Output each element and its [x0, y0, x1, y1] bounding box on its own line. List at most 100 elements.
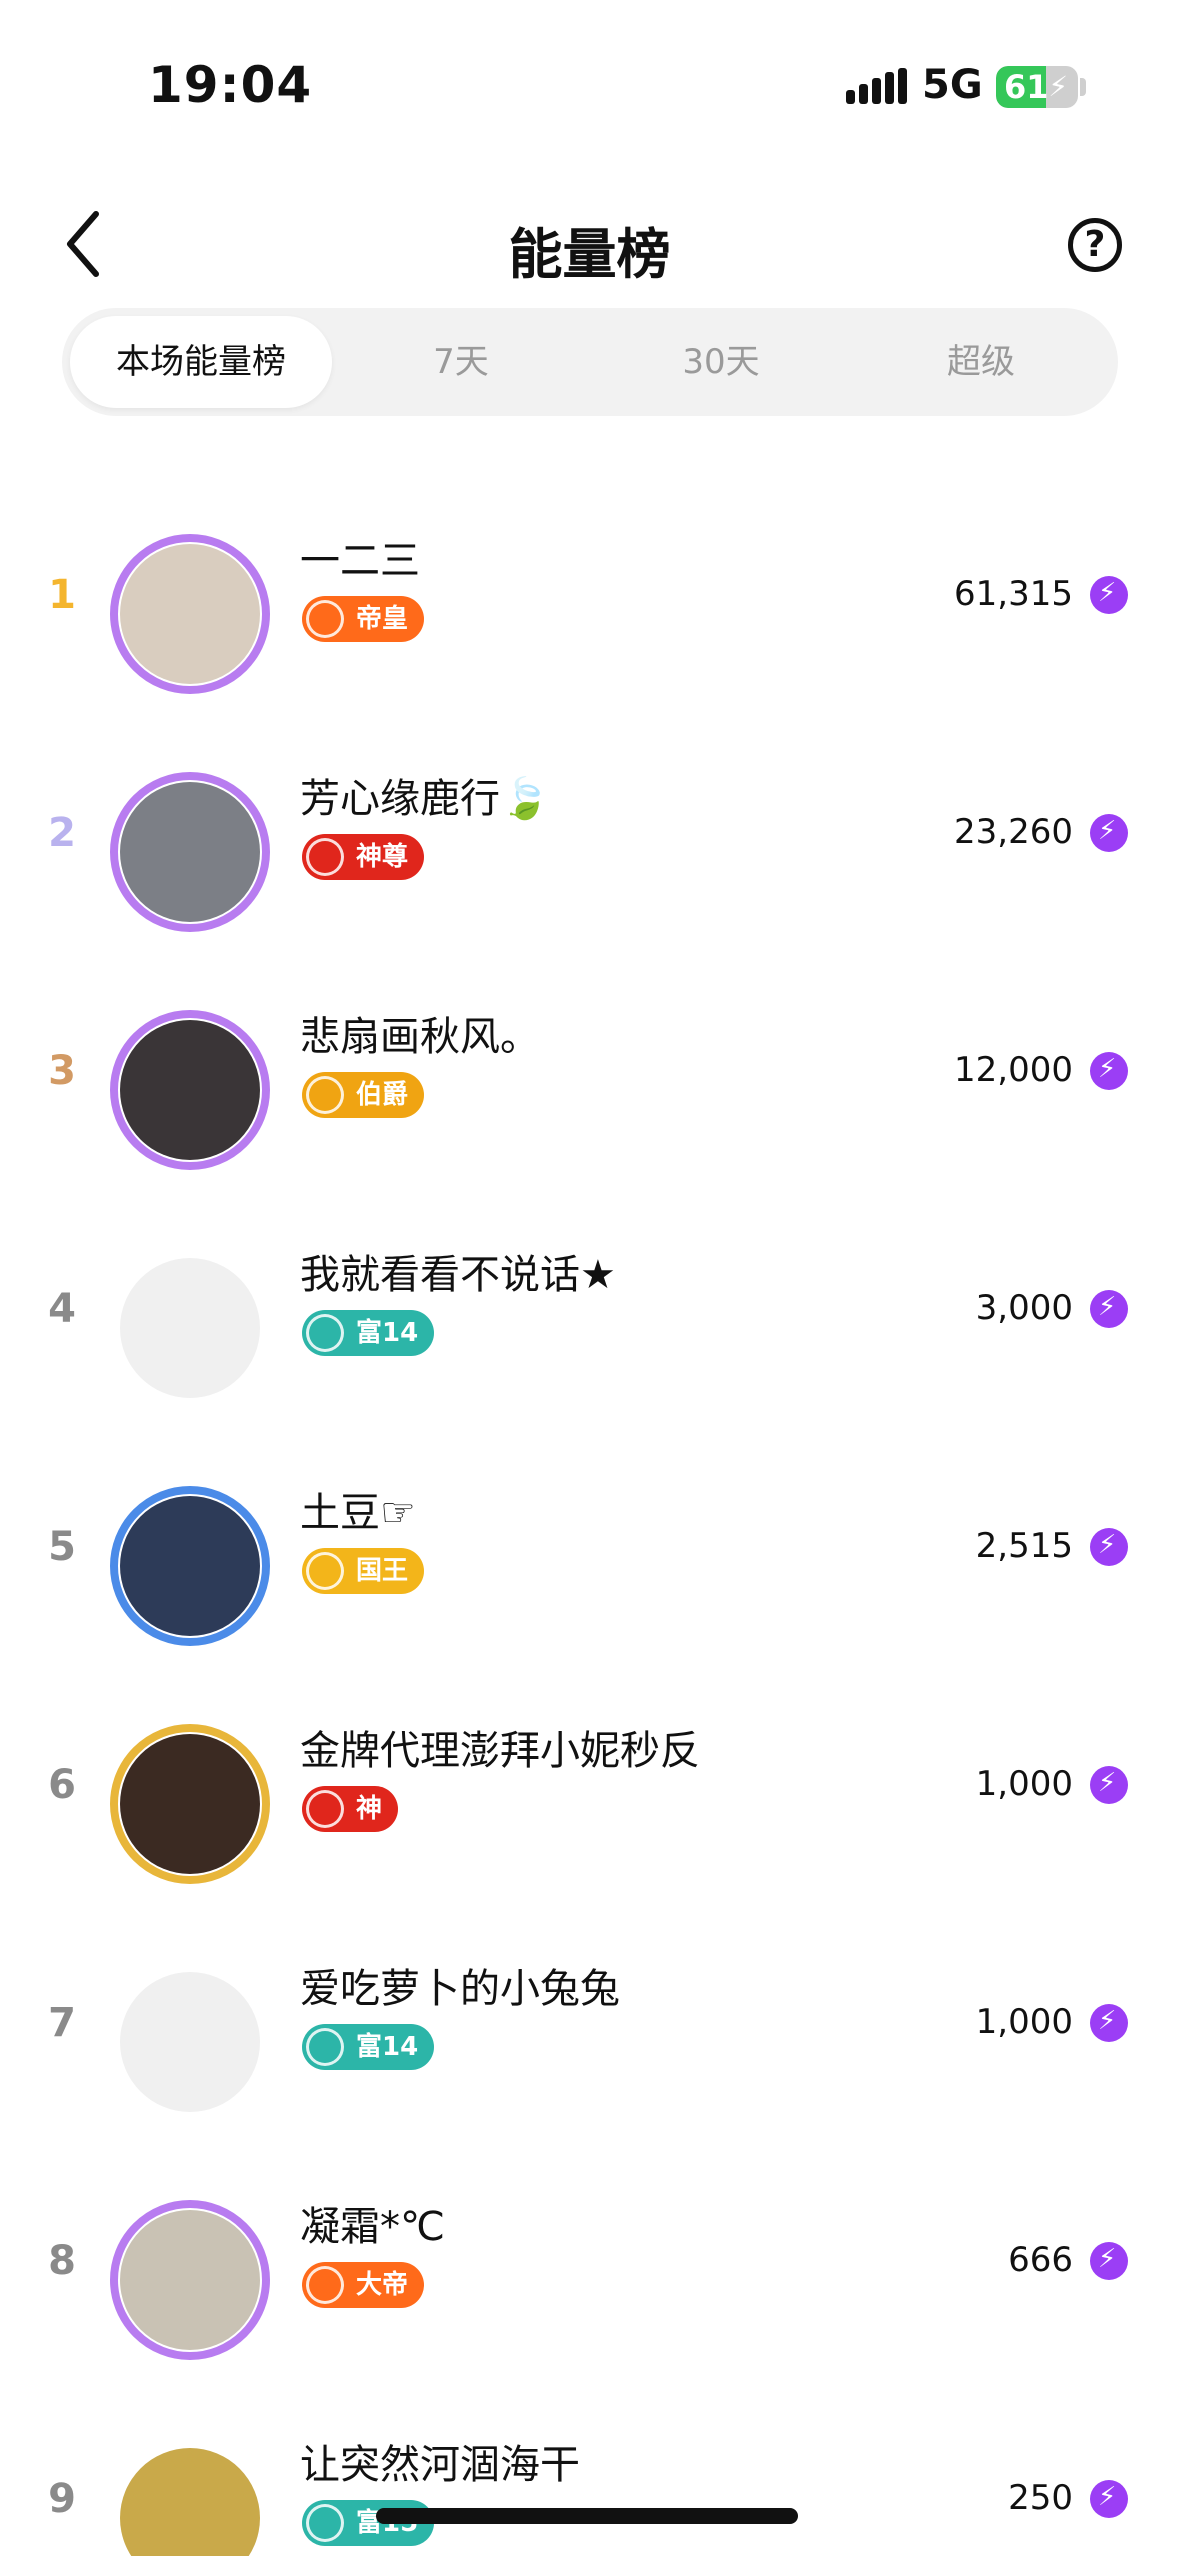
rank-number: 5 — [48, 1524, 76, 1570]
leaderboard-row[interactable]: 5 土豆☞ 国王 2,515 — [0, 1452, 1179, 1652]
avatar[interactable] — [106, 1720, 274, 1888]
avatar[interactable] — [106, 1958, 274, 2126]
rank-number: 7 — [48, 2000, 76, 2046]
user-name: 让突然河涸海干 — [300, 2442, 580, 2488]
energy-score: 2,515 — [975, 1526, 1073, 1566]
energy-icon — [1090, 1766, 1128, 1804]
user-name: 爱吃萝卜的小兔兔 — [300, 1966, 620, 2012]
rank-number: 4 — [48, 1286, 76, 1332]
avatar-frame — [110, 534, 270, 694]
badge-label: 大帝 — [356, 2270, 409, 2300]
charging-bolt-icon: ⚡ — [1048, 70, 1068, 103]
avatar[interactable] — [106, 768, 274, 936]
user-name: 芳心缘鹿行🍃 — [300, 776, 550, 822]
avatar-image — [120, 1258, 260, 1398]
rank-number: 6 — [48, 1762, 76, 1808]
badge-icon — [306, 1552, 344, 1590]
user-name: 凝霜*℃ — [300, 2204, 445, 2250]
network-type: 5G — [922, 62, 983, 108]
energy-score: 666 — [1008, 2240, 1073, 2280]
avatar-frame — [110, 772, 270, 932]
user-name: 土豆☞ — [300, 1490, 416, 1536]
tab-super[interactable]: 超级 — [850, 316, 1112, 408]
energy-icon — [1090, 2242, 1128, 2280]
user-name: 悲扇画秋风。 — [300, 1014, 540, 1060]
user-name: 金牌代理澎拜小妮秒反 — [300, 1728, 700, 1774]
avatar-image — [120, 1972, 260, 2112]
energy-icon — [1090, 1290, 1128, 1328]
badge-label: 国王 — [356, 1556, 409, 1586]
rank-number: 1 — [48, 572, 76, 618]
avatar-image — [120, 2448, 260, 2556]
level-badge: 国王 — [302, 1548, 425, 1594]
badge-label: 神 — [356, 1794, 383, 1824]
avatar-frame — [110, 2200, 270, 2360]
energy-icon — [1090, 2004, 1128, 2042]
energy-icon — [1090, 2480, 1128, 2518]
help-button[interactable]: ? — [1068, 218, 1122, 272]
badge-icon — [306, 1076, 344, 1114]
badge-icon — [306, 1314, 344, 1352]
badge-icon — [306, 1790, 344, 1828]
badge-icon — [306, 838, 344, 876]
battery-cap — [1080, 78, 1086, 96]
leaderboard-row[interactable]: 8 凝霜*℃ 大帝 666 — [0, 2166, 1179, 2366]
home-indicator[interactable] — [376, 2508, 798, 2524]
leaderboard-row[interactable]: 9 让突然河涸海干 富15 250 — [0, 2404, 1179, 2556]
battery-percent: 61 — [1004, 68, 1049, 106]
energy-score: 1,000 — [975, 1764, 1073, 1804]
level-badge: 富14 — [302, 1310, 435, 1356]
rank-number: 9 — [48, 2476, 76, 2522]
signal-icon — [846, 68, 907, 104]
avatar[interactable] — [106, 1482, 274, 1650]
tab-bar: 本场能量榜 7天 30天 超级 — [62, 308, 1118, 416]
leaderboard-row[interactable]: 3 悲扇画秋风。 伯爵 12,000 — [0, 976, 1179, 1176]
level-badge: 富14 — [302, 2024, 435, 2070]
header: 能量榜 ? — [0, 180, 1179, 310]
badge-label: 神尊 — [356, 842, 409, 872]
user-name: 一二三 — [300, 538, 420, 584]
tab-current-energy[interactable]: 本场能量榜 — [70, 316, 332, 408]
level-badge: 伯爵 — [302, 1072, 425, 1118]
user-name: 我就看看不说话★ — [300, 1252, 616, 1298]
rank-number: 3 — [48, 1048, 76, 1094]
badge-label: 帝皇 — [356, 604, 409, 634]
level-badge: 帝皇 — [302, 596, 425, 642]
energy-score: 250 — [1008, 2478, 1073, 2518]
energy-score: 61,315 — [954, 574, 1073, 614]
level-badge: 大帝 — [302, 2262, 425, 2308]
avatar-frame — [110, 1010, 270, 1170]
avatar[interactable] — [106, 2434, 274, 2556]
badge-icon — [306, 2266, 344, 2304]
status-time: 19:04 — [148, 56, 313, 114]
avatar[interactable] — [106, 1006, 274, 1174]
tab-7-days[interactable]: 7天 — [330, 316, 592, 408]
avatar[interactable] — [106, 2196, 274, 2364]
energy-icon — [1090, 814, 1128, 852]
energy-score: 23,260 — [954, 812, 1073, 852]
leaderboard-row[interactable]: 6 金牌代理澎拜小妮秒反 神 1,000 — [0, 1690, 1179, 1890]
leaderboard-row[interactable]: 4 我就看看不说话★ 富14 3,000 — [0, 1214, 1179, 1414]
leaderboard-row[interactable]: 7 爱吃萝卜的小兔兔 富14 1,000 — [0, 1928, 1179, 2128]
level-badge: 神 — [302, 1786, 399, 1832]
badge-icon — [306, 2504, 344, 2542]
avatar[interactable] — [106, 530, 274, 698]
tab-30-days[interactable]: 30天 — [590, 316, 852, 408]
rank-number: 8 — [48, 2238, 76, 2284]
energy-score: 1,000 — [975, 2002, 1073, 2042]
badge-icon — [306, 600, 344, 638]
rank-number: 2 — [48, 810, 76, 856]
leaderboard-row[interactable]: 2 芳心缘鹿行🍃 神尊 23,260 — [0, 738, 1179, 938]
avatar[interactable] — [106, 1244, 274, 1412]
badge-icon — [306, 2028, 344, 2066]
avatar-frame — [110, 1486, 270, 1646]
badge-label: 富14 — [356, 1318, 419, 1348]
badge-label: 伯爵 — [356, 1080, 409, 1110]
badge-label: 富14 — [356, 2032, 419, 2062]
energy-icon — [1090, 1528, 1128, 1566]
energy-icon — [1090, 1052, 1128, 1090]
leaderboard-row[interactable]: 1 一二三 帝皇 61,315 — [0, 500, 1179, 700]
energy-icon — [1090, 576, 1128, 614]
page-title: 能量榜 — [508, 223, 671, 286]
energy-score: 12,000 — [954, 1050, 1073, 1090]
